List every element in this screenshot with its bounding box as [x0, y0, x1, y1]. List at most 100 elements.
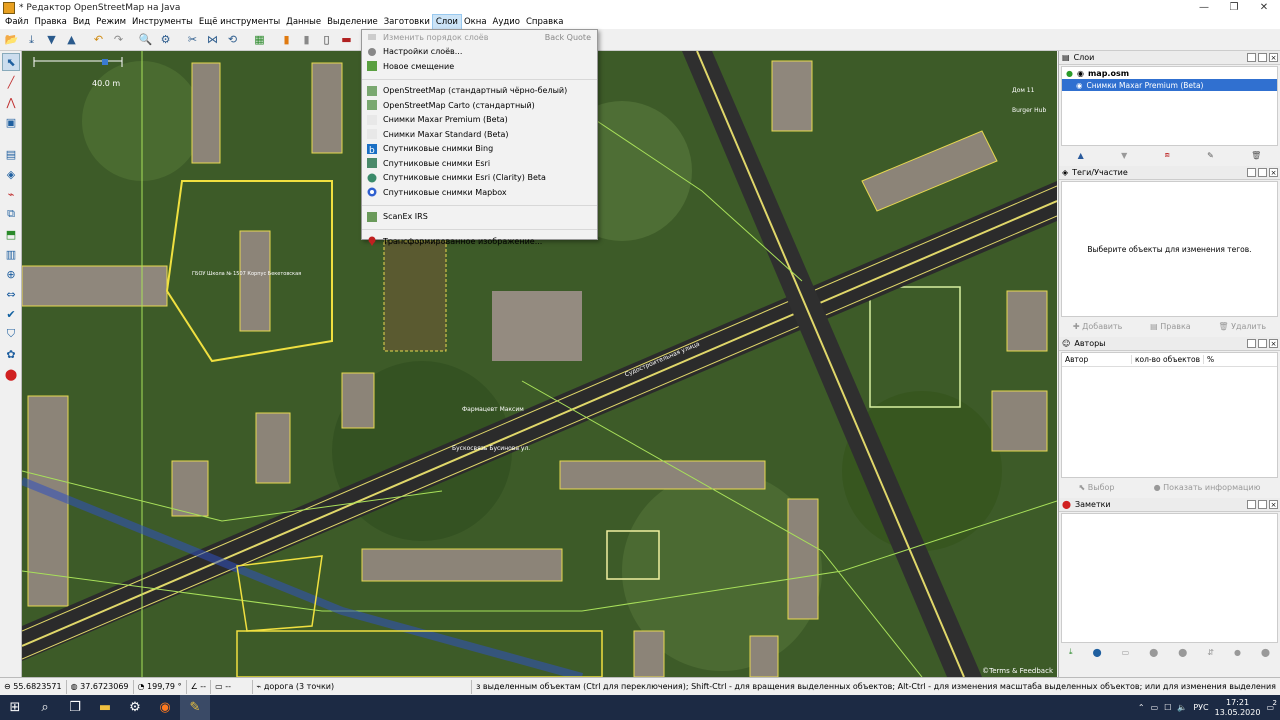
menu-help[interactable]: Справка	[523, 15, 566, 29]
search-icon[interactable]: 🔍	[136, 31, 155, 49]
chevron-up-icon[interactable]: ⌃	[1138, 703, 1145, 712]
settings-icon[interactable]: ⚙	[120, 695, 150, 720]
panel-detach-icon[interactable]	[1258, 339, 1267, 348]
validate-icon[interactable]: ✔	[2, 305, 20, 323]
menu-tools[interactable]: Инструменты	[129, 15, 196, 29]
language-indicator[interactable]: РУС	[1193, 703, 1208, 712]
new-offset-item[interactable]: Новое смещение	[362, 59, 597, 74]
map-attribution[interactable]: ©Terms & Feedback	[982, 667, 1053, 675]
active-check-icon[interactable]: ●	[1066, 69, 1073, 78]
panel-close-icon[interactable]: ×	[1269, 500, 1278, 509]
esri-item[interactable]: Спутниковые снимки Esri	[362, 156, 597, 171]
panel-settings-icon[interactable]	[1247, 500, 1256, 509]
trash-icon[interactable]: 🗑	[1251, 151, 1261, 160]
filter-icon[interactable]: ⬒	[2, 225, 20, 243]
search-icon[interactable]: ⌕	[30, 695, 60, 720]
edit-tag-button[interactable]: ▤ Правка	[1150, 322, 1191, 331]
tag-tool-icon[interactable]: ◈	[2, 165, 20, 183]
panel-detach-icon[interactable]	[1258, 53, 1267, 62]
layer-row-osm[interactable]: ● ◉ map.osm	[1062, 67, 1277, 79]
delete-tag-button[interactable]: 🗑 Удалить	[1218, 322, 1266, 331]
upload-icon[interactable]: ▲	[62, 31, 81, 49]
authors-panel-header[interactable]: ☺ Авторы ×	[1059, 337, 1280, 351]
close-note-icon[interactable]: ⬤	[1149, 648, 1158, 657]
panel-settings-icon[interactable]	[1247, 339, 1256, 348]
select-author-button[interactable]: ⬉ Выбор	[1079, 483, 1115, 492]
parking-preset-icon[interactable]: ▮	[297, 31, 316, 49]
change-layer-order-item[interactable]: Изменить порядок слоёв Back Quote	[362, 30, 597, 45]
menu-presets[interactable]: Заготовки	[381, 15, 433, 29]
notes-panel-header[interactable]: ⬤ Заметки ×	[1059, 498, 1280, 512]
undo-icon[interactable]: ↶	[89, 31, 108, 49]
history-icon[interactable]: ⧉	[2, 205, 20, 223]
count-column[interactable]: кол-во объектов	[1132, 355, 1204, 364]
maxar-premium-item[interactable]: Снимки Maxar Premium (Beta)	[362, 113, 597, 128]
menu-mode[interactable]: Режим	[93, 15, 129, 29]
menu-imagery[interactable]: Слои	[431, 14, 462, 30]
preferences-icon[interactable]: ⚙	[156, 31, 175, 49]
minimize-button[interactable]: —	[1190, 0, 1218, 15]
location-pin-icon[interactable]: ⬤	[2, 365, 20, 383]
panel-detach-icon[interactable]	[1258, 500, 1267, 509]
delete-note-icon[interactable]: ⬤	[1261, 648, 1270, 657]
clock[interactable]: 17:21 13.05.2020	[1215, 698, 1261, 718]
menu-selection[interactable]: Выделение	[324, 15, 381, 29]
notifications-icon[interactable]: ▭ 2	[1266, 699, 1276, 712]
menu-windows[interactable]: Окна	[461, 15, 490, 29]
wall-preset-icon[interactable]: ▬	[337, 31, 356, 49]
note-filter-icon[interactable]: ●	[1234, 648, 1241, 657]
menu-view[interactable]: Вид	[70, 15, 93, 29]
merge-icon[interactable]: ⇔	[2, 285, 20, 303]
bing-item[interactable]: b Спутниковые снимки Bing	[362, 142, 597, 157]
entrance-preset-icon[interactable]: ▯	[317, 31, 336, 49]
esri-clarity-item[interactable]: Спутниковые снимки Esri (Clarity) Beta	[362, 171, 597, 186]
transformed-image-item[interactable]: Трансформированное изображение...	[362, 234, 597, 249]
panel-detach-icon[interactable]	[1258, 168, 1267, 177]
notes-tool-icon[interactable]: ▥	[2, 245, 20, 263]
map-paint-icon[interactable]: ✿	[2, 345, 20, 363]
panel-settings-icon[interactable]	[1247, 168, 1256, 177]
task-view-icon[interactable]: ❐	[60, 695, 90, 720]
duplicate-icon[interactable]: ✎	[1207, 151, 1214, 160]
align-circle-icon[interactable]: ▦	[250, 31, 269, 49]
open-location-icon[interactable]: ⤓	[22, 31, 41, 49]
select-mode-icon[interactable]: ⬉	[2, 53, 20, 71]
merge-layers-icon[interactable]: ⧈	[1165, 150, 1170, 160]
reopen-note-icon[interactable]: ⬤	[1178, 648, 1187, 657]
tags-panel-header[interactable]: ◈ Теги/Участие ×	[1059, 166, 1280, 180]
improve-way-icon[interactable]: ⋀	[2, 93, 20, 111]
building-preset-icon[interactable]: ▮	[277, 31, 296, 49]
layer-row-maxar[interactable]: ◉ Снимки Maxar Premium (Beta)	[1062, 79, 1277, 91]
menu-more-tools[interactable]: Ещё инструменты	[196, 15, 283, 29]
close-button[interactable]: ✕	[1250, 0, 1278, 15]
panel-close-icon[interactable]: ×	[1269, 339, 1278, 348]
save-icon[interactable]: ▼	[42, 31, 61, 49]
layers-panel-header[interactable]: ▤ Слои ×	[1059, 51, 1280, 65]
eye-icon[interactable]: ◉	[1076, 81, 1083, 90]
menu-audio[interactable]: Аудио	[490, 15, 523, 29]
panel-close-icon[interactable]: ×	[1269, 168, 1278, 177]
battery-icon[interactable]: ▭	[1151, 703, 1159, 712]
add-tag-button[interactable]: ✚ Добавить	[1073, 322, 1123, 331]
reverse-way-icon[interactable]: ⟲	[223, 31, 242, 49]
author-column[interactable]: Автор	[1062, 355, 1132, 364]
osm-standard-bw-item[interactable]: OpenStreetMap (стандартный чёрно-белый)	[362, 84, 597, 99]
move-up-icon[interactable]: ▲	[1078, 151, 1084, 160]
osm-carto-item[interactable]: OpenStreetMap Carto (стандартный)	[362, 98, 597, 113]
sort-notes-icon[interactable]: ⇵	[1207, 648, 1214, 657]
move-down-icon[interactable]: ▼	[1121, 151, 1127, 160]
building-tool-icon[interactable]: ▣	[2, 113, 20, 131]
zoom-icon[interactable]: ⊕	[2, 265, 20, 283]
redo-icon[interactable]: ↷	[109, 31, 128, 49]
network-icon[interactable]: ☐	[1164, 703, 1171, 712]
eye-icon[interactable]: ◉	[1077, 69, 1084, 78]
menu-file[interactable]: Файл	[2, 15, 31, 29]
firefox-icon[interactable]: ◉	[150, 695, 180, 720]
scanex-item[interactable]: ScanEx IRS	[362, 210, 597, 225]
funnel-icon[interactable]: ⛉	[2, 325, 20, 343]
percent-column[interactable]: %	[1204, 355, 1214, 364]
download-notes-icon[interactable]: ⤓	[1069, 647, 1073, 657]
layer-settings-item[interactable]: Настройки слоёв...	[362, 45, 597, 60]
windows-start-icon[interactable]: ⊞	[0, 695, 30, 720]
open-file-icon[interactable]: 📂	[2, 31, 21, 49]
